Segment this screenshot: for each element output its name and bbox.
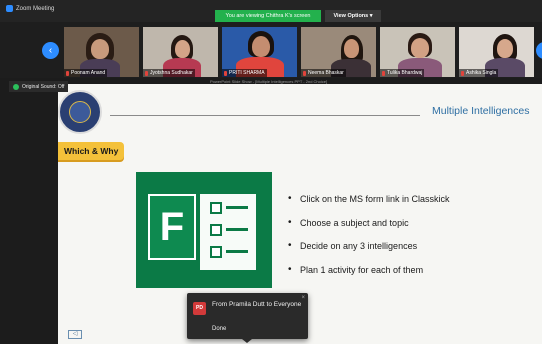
zoom-app-icon bbox=[6, 5, 13, 12]
toast-tail bbox=[242, 339, 252, 343]
bullet-item: Choose a subject and topic bbox=[288, 217, 450, 242]
participant-tile[interactable]: Poonam Anand bbox=[64, 27, 139, 77]
chat-message: Done bbox=[212, 326, 227, 332]
avatar: PD bbox=[193, 302, 206, 315]
participant-name: Tulika Bhardwaj bbox=[380, 69, 425, 77]
participant-name: Neema Bhaskar bbox=[301, 69, 346, 77]
original-sound-toggle[interactable]: Original Sound: Off bbox=[9, 81, 69, 92]
participant-tile[interactable]: Tulika Bhardwaj bbox=[380, 27, 455, 77]
bullet-item: Plan 1 activity for each of them bbox=[288, 264, 450, 289]
forms-letter: F bbox=[148, 194, 196, 260]
muted-mic-icon bbox=[461, 70, 464, 76]
muted-mic-icon bbox=[224, 70, 227, 76]
muted-mic-icon bbox=[66, 70, 69, 76]
muted-mic-icon bbox=[145, 70, 148, 76]
participant-name: Ashika Singla bbox=[459, 69, 499, 77]
title-bar: Zoom Meeting You are viewing Chithra K's… bbox=[0, 0, 542, 22]
title-rule bbox=[110, 115, 420, 116]
slide-nav-icon[interactable]: ◁ bbox=[68, 330, 82, 339]
previous-page-icon[interactable]: ‹ bbox=[42, 42, 59, 59]
participant-tile[interactable]: Ashika Singla bbox=[459, 27, 534, 77]
participant-tile[interactable]: PRITI SHARMA bbox=[222, 27, 297, 77]
slide-tag: Which & Why bbox=[58, 142, 124, 160]
next-page-icon[interactable]: › bbox=[536, 42, 542, 59]
muted-mic-icon bbox=[382, 70, 385, 76]
ms-forms-icon: F bbox=[136, 172, 272, 288]
participant-tile[interactable]: Neema Bhaskar bbox=[301, 27, 376, 77]
close-icon[interactable]: × bbox=[301, 295, 305, 301]
view-options-button[interactable]: View Options ▾ bbox=[325, 10, 381, 22]
muted-mic-icon bbox=[303, 70, 306, 76]
app-title: Zoom Meeting bbox=[6, 5, 54, 12]
bullet-item: Click on the MS form link in Classkick bbox=[288, 193, 450, 218]
participant-name: Poonam Anand bbox=[64, 69, 108, 77]
bullet-item: Decide on any 3 intelligences bbox=[288, 240, 450, 265]
shield-icon bbox=[13, 83, 19, 90]
viewing-screen-banner: You are viewing Chithra K's screen bbox=[215, 10, 321, 22]
window-title: Zoom Meeting bbox=[16, 5, 55, 12]
chat-sender: From Pramila Dutt to Everyone bbox=[212, 301, 302, 308]
school-logo bbox=[58, 90, 102, 134]
participant-strip: ‹ Poonam Anand Jyotshna Sudhakar PRITI S… bbox=[0, 22, 542, 78]
participant-name: PRITI SHARMA bbox=[222, 69, 267, 77]
participant-tile[interactable]: Jyotshna Sudhakar bbox=[143, 27, 218, 77]
slide-title: Multiple Intelligences bbox=[432, 105, 530, 117]
zoom-window: Zoom Meeting You are viewing Chithra K's… bbox=[0, 0, 542, 344]
chat-notification[interactable]: × PD From Pramila Dutt to Everyone Done bbox=[187, 293, 308, 343]
bullet-list: Click on the MS form link in Classkick C… bbox=[288, 193, 450, 289]
participant-name: Jyotshna Sudhakar bbox=[143, 69, 195, 77]
